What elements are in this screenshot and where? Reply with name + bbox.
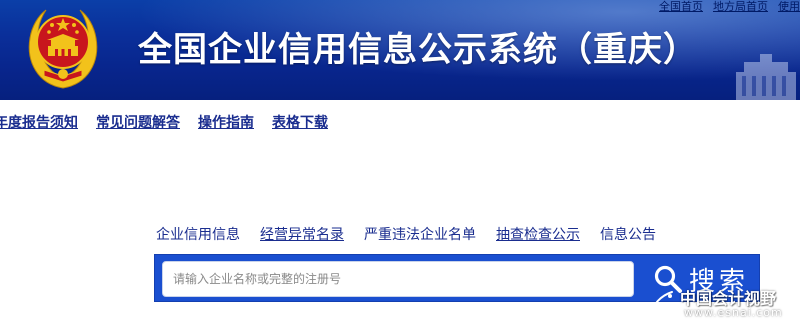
tab-spot-check-publicity[interactable]: 抽查检查公示 xyxy=(496,224,580,244)
national-emblem-icon xyxy=(28,9,98,89)
building-silhouette-icon xyxy=(736,54,796,100)
top-link-national-home[interactable]: 全国首页 xyxy=(659,0,703,14)
header-banner: 全国企业信用信息公示系统（重庆） 全国首页 地方局首页 使用 xyxy=(0,0,800,100)
site-title: 全国企业信用信息公示系统（重庆） xyxy=(138,30,698,70)
subnav-operation-guide[interactable]: 操作指南 xyxy=(198,112,254,132)
page: 全国企业信用信息公示系统（重庆） 全国首页 地方局首页 使用 年度报告须知 常见… xyxy=(0,0,800,324)
tab-info-announcement[interactable]: 信息公告 xyxy=(600,224,656,244)
top-links: 全国首页 地方局首页 使用 xyxy=(659,0,800,14)
watermark-logo-icon xyxy=(649,291,673,317)
subnav-form-download[interactable]: 表格下载 xyxy=(272,112,328,132)
watermark: 中国会计视野 www.esnai.com xyxy=(644,282,800,324)
tab-enterprise-credit-info[interactable]: 企业信用信息 xyxy=(156,224,240,244)
subnav-faq[interactable]: 常见问题解答 xyxy=(96,112,180,132)
top-link-local-home[interactable]: 地方局首页 xyxy=(713,0,768,14)
search-input[interactable] xyxy=(162,261,634,297)
top-link-usage[interactable]: 使用 xyxy=(778,0,800,14)
search-tabs: 企业信用信息 经营异常名录 严重违法企业名单 抽查检查公示 信息公告 xyxy=(156,224,656,244)
subnav-annual-report-notice[interactable]: 年度报告须知 xyxy=(0,112,78,132)
tab-serious-violation-list[interactable]: 严重违法企业名单 xyxy=(364,224,476,244)
watermark-url: www.esnai.com xyxy=(684,306,783,319)
tab-abnormal-operation-list[interactable]: 经营异常名录 xyxy=(260,224,344,244)
sub-navigation: 年度报告须知 常见问题解答 操作指南 表格下载 xyxy=(0,112,328,132)
